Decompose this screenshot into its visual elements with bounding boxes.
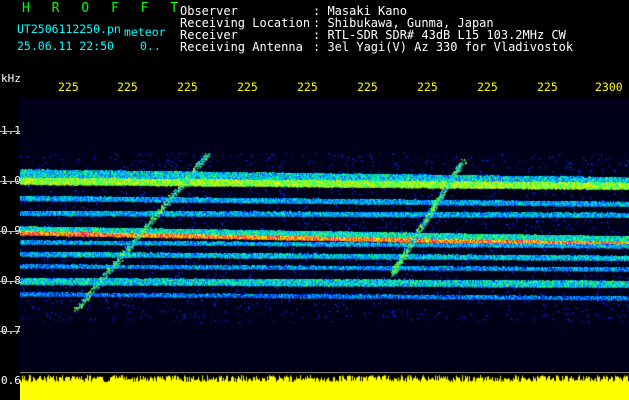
x-tick: 225 xyxy=(297,80,318,94)
app-logo: H R O F F T xyxy=(22,1,186,16)
x-tick: 2300 xyxy=(595,80,623,94)
y-axis-unit: kHz xyxy=(1,72,21,85)
x-tick: 225 xyxy=(357,80,378,94)
antenna-value: : 3el Yagi(V) Az 330 for Vladivostok xyxy=(313,40,574,54)
x-tick: 225 xyxy=(537,80,558,94)
y-tick-mark xyxy=(0,331,20,332)
y-tick-mark xyxy=(0,231,20,232)
observation-datetime: 25.06.11 22:50 xyxy=(17,39,114,53)
file-suffix: meteor xyxy=(124,25,166,39)
x-tick: 225 xyxy=(237,80,258,94)
x-tick: 225 xyxy=(117,80,138,94)
file-name: UT2506112250.pn xyxy=(17,22,121,36)
y-tick-mark xyxy=(0,281,20,282)
spectrogram-plot[interactable] xyxy=(20,98,629,373)
x-tick: 225 xyxy=(417,80,438,94)
y-tick: 0.6 xyxy=(1,374,21,387)
signal-level-strip xyxy=(20,372,629,400)
antenna-label: Receiving Antenna xyxy=(180,40,303,54)
y-tick-mark xyxy=(0,131,20,132)
extra-indicator: 0.. xyxy=(140,39,161,53)
hrofft-window: H R O F F T UT2506112250.pn meteor 25.06… xyxy=(0,0,629,400)
x-tick: 225 xyxy=(177,80,198,94)
y-tick-mark xyxy=(0,181,20,182)
x-tick: 225 xyxy=(477,80,498,94)
x-tick: 225 xyxy=(58,80,79,94)
spectrogram-canvas xyxy=(20,98,629,373)
